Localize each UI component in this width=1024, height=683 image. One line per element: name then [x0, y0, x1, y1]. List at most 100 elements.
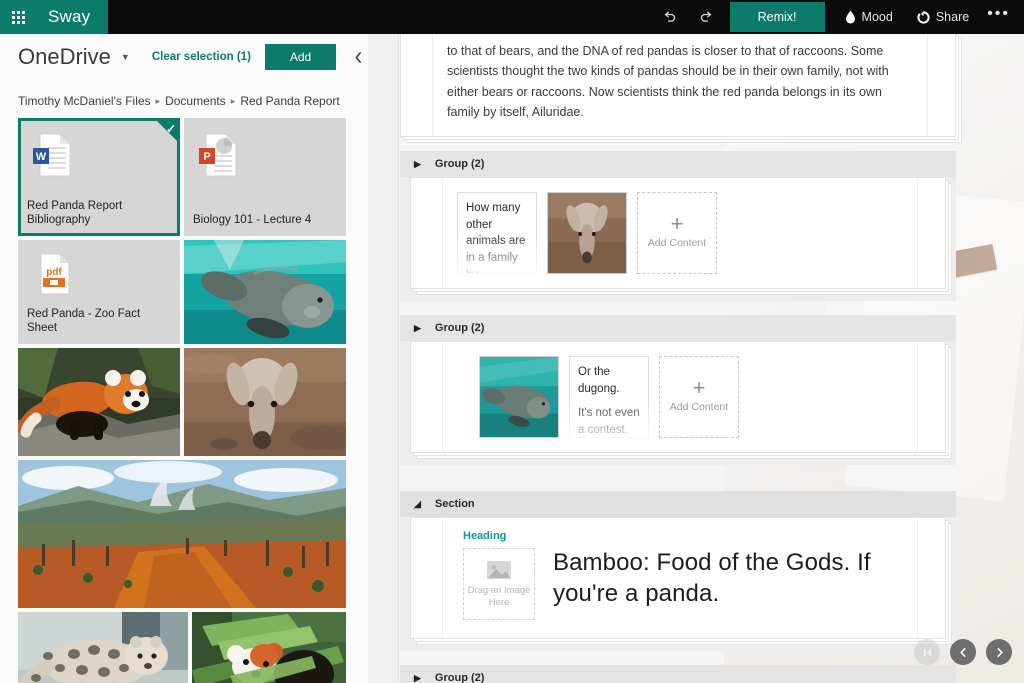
file-tile-powerpoint-document[interactable]: P Biology 101 - Lecture 4 — [184, 118, 346, 236]
text-tile[interactable]: How many other animals are in a family b… — [457, 192, 537, 274]
svg-text:W: W — [36, 151, 47, 163]
heading-card[interactable]: Heading Drag an Image Here — [410, 517, 946, 639]
add-content-label: Add Content — [648, 237, 706, 249]
water-drop-icon — [845, 10, 856, 24]
breadcrumb-separator-icon: ▸ — [231, 96, 236, 107]
next-button[interactable] — [986, 639, 1012, 665]
card-left-rail — [411, 342, 443, 452]
section-heading-text[interactable]: Bamboo: Food of the Gods. If you're a pa… — [553, 548, 907, 609]
breadcrumb-item-current[interactable]: Red Panda Report — [240, 94, 339, 108]
text-tile[interactable]: Or the dugong. It's not even a contest. — [569, 356, 649, 438]
group-block: ▶ Group (2) How many other animals are i… — [400, 151, 956, 301]
group-header[interactable]: ▶ Group (2) — [400, 315, 956, 341]
top-app-bar: Sway Remix! Mood — [0, 0, 1024, 34]
file-tile-red-panda-bamboo-photo[interactable] — [192, 612, 346, 683]
aardvark-photo — [548, 193, 626, 273]
canvas-scroll-gutter[interactable] — [368, 34, 399, 683]
section-header[interactable]: ◢ Section — [400, 491, 956, 517]
manatee-underwater-photo — [480, 357, 558, 437]
remix-button[interactable]: Remix! — [730, 2, 825, 32]
more-options-button[interactable]: ••• — [981, 0, 1024, 34]
heading-row: Drag an Image Here Bamboo: Food of the G… — [463, 548, 907, 620]
add-button[interactable]: Add — [265, 44, 336, 70]
drag-image-dropzone[interactable]: Drag an Image Here — [463, 548, 535, 620]
file-tile-snow-leopard-photo[interactable] — [18, 612, 188, 683]
image-tile-aardvark[interactable] — [547, 192, 627, 274]
drag-image-label: Drag an Image Here — [464, 585, 534, 609]
storyline-card-stack: to that of bears, and the DNA of red pan… — [400, 34, 956, 683]
chevron-right-icon[interactable]: ▶ — [414, 159, 421, 170]
chevron-left-icon — [354, 51, 363, 64]
picture-placeholder-icon — [486, 560, 512, 580]
sway-brand-label[interactable]: Sway — [36, 0, 108, 34]
file-tile-pdf-document[interactable]: pdf Red Panda - Zoo Fact Sheet — [18, 240, 180, 344]
app-launcher-button[interactable] — [0, 0, 36, 34]
clear-selection-link[interactable]: Clear selection (1) — [152, 51, 251, 63]
file-name: Biology 101 - Lecture 4 — [184, 214, 346, 236]
red-panda-on-rock-photo — [18, 348, 180, 456]
breadcrumb-item-documents[interactable]: Documents — [165, 94, 226, 108]
sway-app-window: Sway Remix! Mood — [0, 0, 1024, 683]
mood-button[interactable]: Mood — [833, 0, 905, 34]
chevron-right-icon[interactable]: ▶ — [414, 673, 421, 683]
expanded-triangle-icon[interactable]: ◢ — [414, 499, 421, 510]
file-tile-red-panda-rock-photo[interactable] — [18, 348, 180, 456]
file-name: Red Panda Report Bibliography — [18, 200, 180, 236]
group-card[interactable]: How many other animals are in a family b… — [410, 177, 946, 289]
undo-arrow-icon — [662, 9, 678, 25]
selected-checkmark-icon: ✓ — [154, 118, 180, 144]
topbar-spacer — [108, 0, 651, 34]
red-panda-eating-bamboo-photo — [192, 612, 346, 683]
chevron-right-icon[interactable]: ▶ — [414, 323, 421, 334]
group-header[interactable]: ▶ Group (2) — [400, 151, 956, 177]
undo-button[interactable] — [652, 0, 688, 34]
file-name: Red Panda - Zoo Fact Sheet — [18, 308, 180, 344]
add-content-tile[interactable]: + Add Content — [659, 356, 739, 438]
deforestation-landscape-photo — [18, 460, 346, 608]
file-tile-word-document[interactable]: W Red Panda Report Bibliography ✓ — [18, 118, 180, 236]
content-tiles-row: Or the dugong. It's not even a contest. … — [479, 356, 907, 438]
redo-arrow-icon — [698, 9, 714, 25]
card-right-rail — [917, 342, 945, 452]
card-left-rail — [411, 178, 443, 288]
file-tile-aardvark-photo[interactable] — [184, 348, 346, 456]
paragraph-card[interactable]: to that of bears, and the DNA of red pan… — [400, 34, 956, 137]
word-file-icon: W — [32, 132, 72, 178]
previous-button[interactable] — [950, 639, 976, 665]
add-content-label: Add Content — [670, 401, 728, 413]
aardvark-photo — [184, 348, 346, 456]
file-tile-grid: W Red Panda Report Bibliography ✓ — [0, 118, 368, 683]
storyline-canvas: to that of bears, and the DNA of red pan… — [368, 34, 1024, 683]
text-tile-line: How many other animals are in a family b… — [466, 200, 529, 274]
canvas-navigation-buttons — [914, 639, 1012, 665]
svg-text:P: P — [203, 151, 210, 163]
group-card[interactable]: Or the dugong. It's not even a contest. … — [410, 341, 946, 453]
file-tile-deforestation-photo[interactable] — [18, 460, 346, 608]
group-block: ▶ Group (2) — [400, 315, 956, 465]
source-title[interactable]: OneDrive — [18, 44, 111, 70]
group-header[interactable]: ▶ Group (2) — [400, 665, 956, 683]
plus-icon: + — [693, 381, 706, 395]
skip-to-start-button[interactable] — [914, 639, 940, 665]
plus-icon: + — [671, 217, 684, 231]
chevron-left-icon — [959, 647, 968, 658]
collapse-panel-button[interactable] — [348, 40, 368, 74]
image-tile-manatee[interactable] — [479, 356, 559, 438]
group-block: ▶ Group (2) The giant panda and the red … — [400, 665, 956, 683]
group-label: Group (2) — [435, 672, 485, 683]
share-button[interactable]: Share — [905, 0, 981, 34]
share-label: Share — [936, 10, 969, 24]
group-label: Group (2) — [435, 322, 485, 334]
paragraph-text[interactable]: to that of bears, and the DNA of red pan… — [447, 41, 911, 122]
section-block: ◢ Section Heading — [400, 491, 956, 651]
group-label: Group (2) — [435, 158, 485, 170]
add-content-tile[interactable]: + Add Content — [637, 192, 717, 274]
chevron-down-icon[interactable]: ▼ — [121, 52, 130, 62]
redo-button[interactable] — [688, 0, 724, 34]
mood-label: Mood — [862, 10, 893, 24]
file-tile-manatee-photo[interactable] — [184, 240, 346, 344]
breadcrumb-item-root[interactable]: Timothy McDaniel's Files — [18, 94, 151, 108]
heading-type-label: Heading — [463, 530, 907, 542]
breadcrumb-separator-icon: ▸ — [156, 96, 161, 107]
powerpoint-file-icon: P — [198, 132, 238, 178]
